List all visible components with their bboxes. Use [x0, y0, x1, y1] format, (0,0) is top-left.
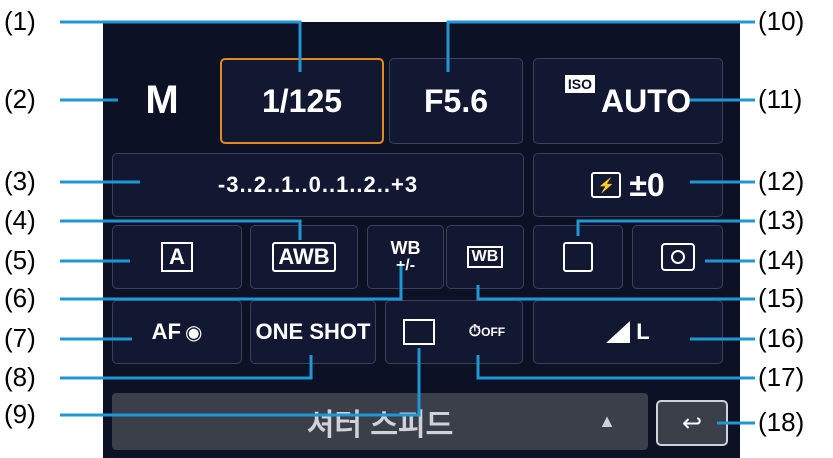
callout-3: (3) — [4, 166, 36, 196]
callout-4: (4) — [4, 205, 36, 235]
callout-5: (5) — [4, 245, 36, 275]
callout-2: (2) — [4, 84, 36, 114]
leader-lines — [60, 20, 755, 425]
callout-6: (6) — [4, 283, 36, 313]
leader-10 — [446, 20, 755, 72]
callout-12: (12) — [758, 166, 805, 196]
leader-9 — [60, 348, 421, 417]
leader-6 — [60, 266, 403, 301]
callout-15: (15) — [758, 283, 805, 313]
callout-13: (13) — [758, 205, 805, 235]
leader-1 — [60, 20, 302, 72]
callout-1: (1) — [4, 6, 36, 36]
leader-17 — [476, 355, 755, 380]
leader-line-group — [60, 20, 755, 425]
callout-8: (8) — [4, 362, 36, 392]
callout-9: (9) — [4, 399, 36, 429]
callout-16: (16) — [758, 323, 805, 353]
leader-15 — [476, 285, 755, 301]
leader-4 — [60, 219, 302, 240]
leader-13 — [576, 219, 755, 236]
callout-10: (10) — [758, 6, 805, 36]
callout-7: (7) — [4, 323, 36, 353]
callout-17: (17) — [758, 362, 805, 392]
leader-8 — [60, 355, 313, 380]
callout-14: (14) — [758, 245, 805, 275]
callout-11: (11) — [758, 84, 803, 114]
callout-18: (18) — [758, 407, 805, 437]
